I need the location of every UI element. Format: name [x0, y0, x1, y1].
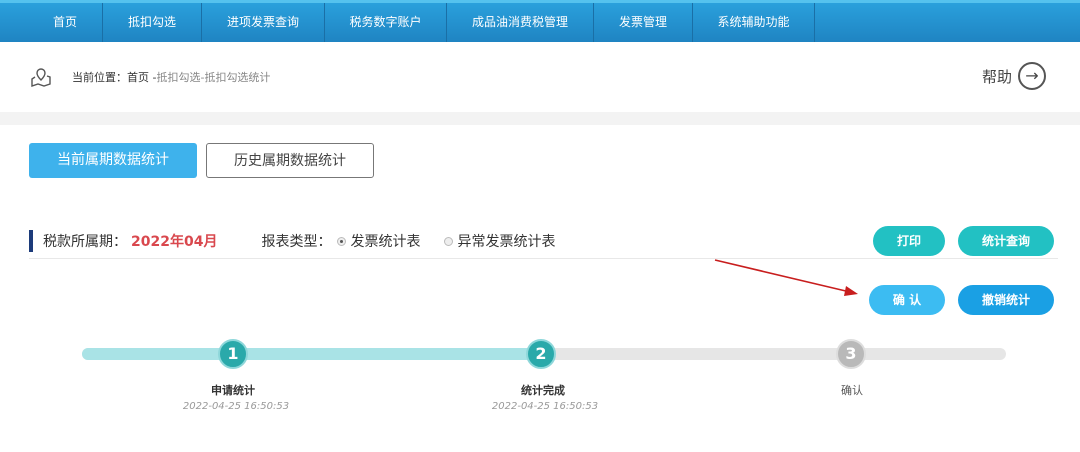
period-value: 2022年04月	[131, 234, 218, 250]
step-2-time: 2022-04-25 16:50:53	[491, 401, 599, 412]
step-1-label: 申请统计	[211, 384, 255, 397]
nav-tax-account[interactable]: 税务数字账户	[325, 3, 447, 42]
step-2-label: 统计完成	[521, 384, 565, 397]
confirm-button[interactable]: 确 认	[869, 285, 945, 315]
breadcrumb-path[interactable]: 抵扣勾选-抵扣勾选统计	[156, 69, 270, 85]
nav-invoice-management[interactable]: 发票管理	[594, 3, 693, 42]
top-nav: 首页 抵扣勾选 进项发票查询 税务数字账户 成品油消费税管理 发票管理 系统辅助…	[0, 0, 1080, 42]
accent-bar	[29, 230, 33, 252]
arrow-right-circle-icon: →	[1018, 62, 1046, 90]
report-type-label: 报表类型：	[261, 234, 332, 250]
step-1-circle: 1	[218, 339, 248, 369]
step-3-circle: 3	[836, 339, 866, 369]
step-2-circle: 2	[526, 339, 556, 369]
stat-query-button[interactable]: 统计查询	[958, 226, 1054, 256]
help-button[interactable]: 帮助 →	[982, 62, 1046, 90]
print-button[interactable]: 打印	[873, 226, 945, 256]
help-label: 帮助	[981, 67, 1012, 86]
radio-abnormal-stat-label[interactable]: 异常发票统计表	[457, 231, 555, 251]
tab-history-period[interactable]: 历史属期数据统计	[206, 143, 374, 178]
breadcrumb-current: 当前位置：首页 -	[72, 71, 157, 84]
step-1-time: 2022-04-25 16:50:53	[182, 401, 290, 412]
radio-invoice-stat-label[interactable]: 发票统计表	[350, 231, 420, 251]
step-3-label: 确认	[841, 384, 863, 397]
tab-current-period[interactable]: 当前属期数据统计	[29, 143, 197, 178]
divider	[29, 258, 1058, 259]
radio-abnormal-stat[interactable]	[444, 236, 454, 246]
nav-oil-tax[interactable]: 成品油消费税管理	[447, 3, 594, 42]
annotation-arrow	[714, 259, 858, 296]
nav-home[interactable]: 首页	[28, 3, 103, 42]
radio-invoice-stat[interactable]	[337, 236, 347, 246]
revoke-stat-button[interactable]: 撤销统计	[958, 285, 1054, 315]
breadcrumb: 当前位置：首页 - 抵扣勾选-抵扣勾选统计	[30, 64, 270, 90]
progress-fill	[82, 348, 541, 360]
map-pin-icon	[31, 68, 51, 87]
section-divider	[0, 112, 1080, 125]
period-label: 税款所属期：	[43, 234, 127, 250]
info-bar: 税款所属期： 2022年04月 报表类型： 发票统计表 异常发票统计表	[29, 229, 555, 253]
nav-system-helper[interactable]: 系统辅助功能	[693, 3, 815, 42]
nav-invoice-query[interactable]: 进项发票查询	[202, 3, 325, 42]
nav-deduction-select[interactable]: 抵扣勾选	[103, 3, 202, 42]
